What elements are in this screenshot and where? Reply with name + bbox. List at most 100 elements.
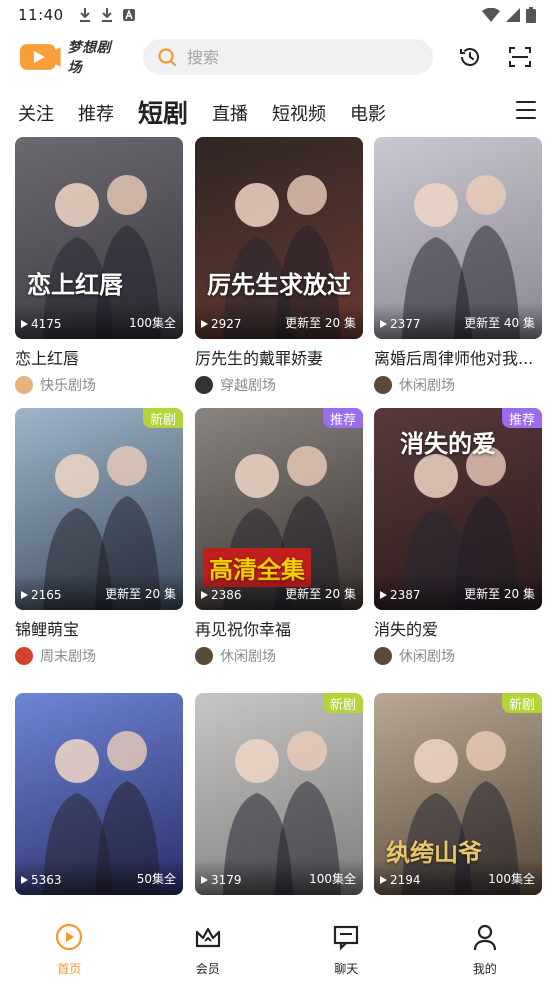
app-screen: 11:40 梦想剧场 搜索 关注 推荐 短剧 直播 短视频 电影 恋上红唇 41… (0, 0, 554, 984)
drama-poster[interactable]: 恋上红唇 4175 100集全 (15, 137, 183, 339)
episode-count: 更新至 40 集 (464, 316, 535, 330)
play-count: 3179 (201, 873, 242, 887)
drama-title[interactable]: 厉先生的戴罪娇妻 (195, 345, 363, 369)
drama-title[interactable]: 恋上红唇 (15, 345, 183, 369)
search-icon (158, 48, 177, 67)
status-badge: 新剧 (322, 693, 363, 713)
drama-card[interactable]: 恋上红唇 4175 100集全 恋上红唇 快乐剧场 (15, 137, 183, 395)
play-count-value: 2377 (390, 317, 421, 331)
source-avatar (15, 376, 33, 394)
drama-poster[interactable]: 5363 50集全 (15, 693, 183, 895)
chat-icon (331, 922, 361, 956)
drama-poster[interactable]: 纨绔山爷 2194 100集全 新剧 (374, 693, 542, 895)
play-count-value: 2165 (31, 588, 62, 602)
drama-card[interactable]: 5363 50集全 (15, 693, 183, 895)
drama-source[interactable]: 周末剧场 (15, 646, 183, 666)
source-name: 休闲剧场 (399, 378, 455, 394)
play-icon (380, 876, 387, 884)
menu-line (516, 109, 536, 111)
source-name: 快乐剧场 (40, 378, 96, 394)
tab-1[interactable]: 推荐 (78, 106, 114, 130)
play-icon (380, 320, 387, 328)
play-count-value: 4175 (31, 317, 62, 331)
status-badge: 推荐 (501, 408, 542, 428)
crown-icon (193, 922, 223, 956)
download-icon (79, 8, 90, 22)
play-icon (201, 320, 208, 328)
tab-5[interactable]: 电影 (350, 106, 386, 130)
drama-source[interactable]: 休闲剧场 (374, 375, 542, 395)
episode-count: 更新至 20 集 (464, 587, 535, 601)
status-bar: 11:40 (0, 0, 554, 30)
drama-card[interactable]: 消失的爱 2387 更新至 20 集 推荐 消失的爱 休闲剧场 (374, 408, 542, 666)
episode-count: 50集全 (136, 872, 176, 886)
font-notification-icon (122, 9, 135, 21)
drama-source[interactable]: 快乐剧场 (15, 375, 183, 395)
source-avatar (195, 647, 213, 665)
search-input[interactable] (187, 47, 408, 67)
episode-count: 100集全 (309, 872, 356, 886)
bottom-nav: 首页 会员 聊天 我的 (0, 912, 554, 984)
play-icon (201, 876, 208, 884)
nav-item-3[interactable]: 我的 (416, 912, 554, 984)
tabs-menu-button[interactable] (514, 98, 538, 122)
nav-item-1[interactable]: 会员 (139, 912, 278, 984)
drama-title[interactable]: 消失的爱 (374, 616, 542, 640)
episode-count: 100集全 (488, 872, 535, 886)
play-icon (21, 591, 28, 599)
play-count: 2387 (380, 588, 421, 602)
play-count-value: 2387 (390, 588, 421, 602)
drama-poster[interactable]: 消失的爱 2387 更新至 20 集 推荐 (374, 408, 542, 610)
status-time: 11:40 (18, 6, 64, 24)
play-count: 2165 (21, 588, 62, 602)
play-icon (21, 876, 28, 884)
drama-source[interactable]: 休闲剧场 (195, 646, 363, 666)
drama-poster[interactable]: 2165 更新至 20 集 新剧 (15, 408, 183, 610)
episode-count: 更新至 20 集 (285, 587, 356, 601)
play-count-value: 5363 (31, 873, 62, 887)
logo-play-icon (19, 44, 61, 70)
play-count: 2386 (201, 588, 242, 602)
nav-item-2[interactable]: 聊天 (277, 912, 416, 984)
source-avatar (15, 647, 33, 665)
person-icon (470, 922, 500, 956)
menu-line (516, 101, 536, 103)
drama-title[interactable]: 锦鲤萌宝 (15, 616, 183, 640)
drama-poster[interactable]: 厉先生求放过 2927 更新至 20 集 (195, 137, 363, 339)
nav-label: 我的 (472, 962, 497, 976)
battery-icon (526, 7, 536, 23)
play-icon (380, 591, 387, 599)
drama-poster[interactable]: 2377 更新至 40 集 (374, 137, 542, 339)
episode-count: 100集全 (129, 316, 176, 330)
drama-poster[interactable]: 高清全集 2386 更新至 20 集推荐 (195, 408, 363, 610)
drama-source[interactable]: 穿越剧场 (195, 375, 363, 395)
drama-poster[interactable]: 3179 100集全 新剧 (195, 693, 363, 895)
search-bar[interactable] (143, 39, 433, 75)
drama-card[interactable]: 2377 更新至 40 集离婚后周律师他对我... 休闲剧场 (374, 137, 542, 395)
drama-card[interactable]: 厉先生求放过 2927 更新至 20 集厉先生的戴罪娇妻穿越剧场 (195, 137, 363, 395)
drama-card[interactable]: 纨绔山爷 2194 100集全 新剧 (374, 693, 542, 895)
wifi-icon (482, 8, 500, 22)
drama-card[interactable]: 3179 100集全 新剧 (195, 693, 363, 895)
category-tabs: 关注 推荐 短剧 直播 短视频 电影 (0, 90, 554, 130)
poster-title-art: 厉先生求放过 (207, 271, 351, 299)
drama-title[interactable]: 离婚后周律师他对我... (374, 345, 542, 369)
menu-line (516, 117, 536, 119)
drama-title[interactable]: 再见祝你幸福 (195, 616, 363, 640)
app-logo[interactable]: 梦想剧场 (18, 37, 125, 77)
play-count: 2194 (380, 873, 421, 887)
tab-3[interactable]: 直播 (212, 106, 248, 130)
nav-item-0[interactable]: 首页 (0, 912, 139, 984)
scan-button[interactable] (504, 41, 536, 73)
tab-2[interactable]: 短剧 (138, 101, 188, 130)
drama-card[interactable]: 高清全集 2386 更新至 20 集推荐 再见祝你幸福 休闲剧场 (195, 408, 363, 666)
drama-card[interactable]: 2165 更新至 20 集 新剧锦鲤萌宝周末剧场 (15, 408, 183, 666)
history-button[interactable] (455, 41, 487, 73)
play-count: 5363 (21, 873, 62, 887)
tab-0[interactable]: 关注 (18, 106, 54, 130)
source-avatar (374, 376, 392, 394)
tab-4[interactable]: 短视频 (272, 106, 326, 130)
home-play-icon (54, 922, 84, 956)
source-avatar (195, 376, 213, 394)
drama-source[interactable]: 休闲剧场 (374, 646, 542, 666)
